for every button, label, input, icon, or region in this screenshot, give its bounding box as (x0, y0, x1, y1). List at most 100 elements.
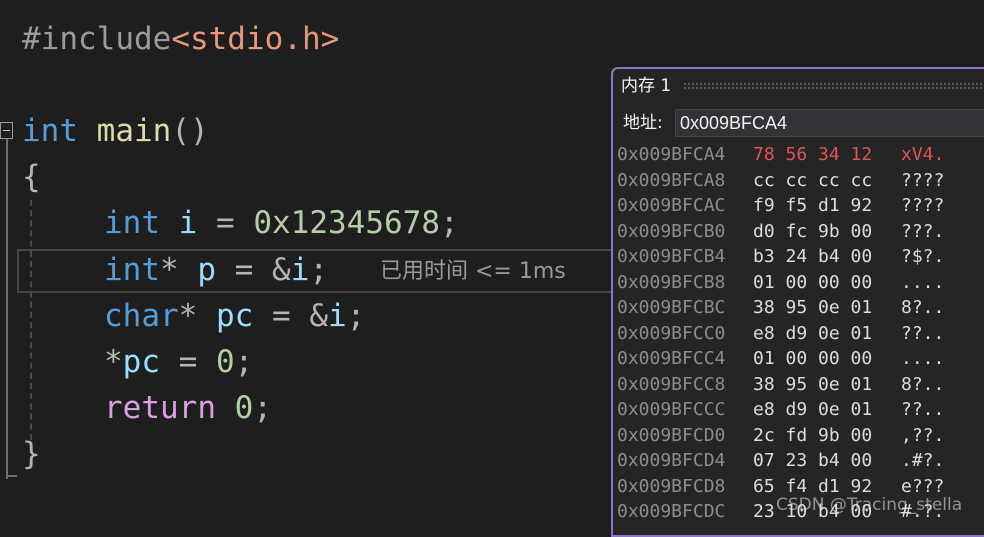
memory-row[interactable]: 0x009BFCB0 d0 fc 9b 00???. (617, 219, 944, 245)
memory-bytes[interactable]: d0 fc 9b 00 (753, 219, 901, 245)
memory-row[interactable]: 0x009BFCBC 38 95 0e 01 8?.. (617, 295, 944, 321)
code-line-main[interactable]: int main() (22, 108, 209, 154)
pointer-star: * (160, 252, 179, 288)
memory-row[interactable]: 0x009BFCA4 78 56 34 12 xV4. (617, 142, 944, 168)
memory-address: 0x009BFCAC (617, 195, 726, 216)
memory-row[interactable]: 0x009BFCD0 2c fd 9b 00,??. (617, 423, 944, 449)
semicolon: ; (346, 298, 366, 334)
code-line-assign[interactable]: *pc = 0; (104, 339, 253, 385)
memory-row[interactable]: 0x009BFCC8 38 95 0e 01 8?.. (617, 372, 944, 398)
memory-row[interactable]: 0x009BFCA8 cc cc cc cc???? (617, 168, 944, 194)
memory-window-title: 内存 1 (621, 76, 672, 96)
memory-ascii: ??.. (901, 399, 945, 420)
pointer-star: * (178, 298, 198, 334)
memory-address: 0x009BFCCC (617, 399, 726, 420)
address-label: 地址: (623, 113, 663, 133)
memory-bytes[interactable]: 38 95 0e 01 (753, 372, 901, 398)
memory-address: 0x009BFCD4 (617, 450, 726, 471)
code-line-open-brace[interactable]: { (22, 154, 41, 200)
memory-bytes[interactable]: 2c fd 9b 00 (753, 423, 901, 449)
function-name: main (96, 113, 172, 149)
operator: = (160, 344, 216, 380)
type-keyword: int (104, 205, 160, 241)
memory-ascii: ??.. (901, 322, 945, 344)
perf-tip[interactable]: 已用时间 <= 1ms (380, 256, 566, 288)
semicolon: ; (439, 205, 459, 241)
memory-bytes[interactable]: 78 56 34 12 (753, 142, 901, 168)
memory-row[interactable]: 0x009BFCCC e8 d9 0e 01??.. (617, 397, 944, 423)
memory-bytes[interactable]: f9 f5 d1 92 (753, 193, 901, 219)
dereference-star: * (104, 344, 123, 380)
memory-row[interactable]: 0x009BFCC4 01 00 00 00.... (617, 346, 944, 372)
memory-row[interactable]: 0x009BFCAC f9 f5 d1 92???? (617, 193, 944, 219)
semicolon: ; (309, 252, 329, 288)
address-input[interactable] (675, 109, 984, 137)
memory-bytes[interactable]: 01 00 00 00 (753, 270, 901, 296)
include-header: <stdio.h> (171, 21, 340, 57)
memory-address: 0x009BFCA8 (617, 169, 726, 191)
memory-bytes[interactable]: cc cc cc cc (753, 168, 901, 194)
code-line-close-brace[interactable]: } (22, 431, 41, 477)
memory-row[interactable]: 0x009BFCC0 e8 d9 0e 01??.. (617, 321, 944, 347)
memory-ascii: ?$?. (901, 246, 945, 267)
address-of: & (309, 298, 328, 334)
memory-row[interactable]: 0x009BFCD4 07 23 b4 00 .#?. (617, 448, 944, 474)
memory-rows[interactable]: 0x009BFCA4 78 56 34 12 xV4. 0x009BFCA8 cc cc… (617, 142, 944, 525)
operator: = (197, 205, 254, 241)
variable-name: i (178, 205, 198, 241)
fold-guide (6, 139, 8, 479)
drag-grip-icon[interactable] (683, 82, 984, 89)
memory-bytes[interactable]: e8 d9 0e 01 (753, 397, 901, 423)
address-of: & (272, 252, 291, 288)
number-literal: 0 (216, 344, 235, 380)
memory-window-titlebar[interactable]: 内存 1 (613, 69, 984, 103)
code-line-return[interactable]: return 0; (104, 385, 272, 431)
memory-ascii: ,??. (901, 424, 945, 446)
number-literal: 0x12345678 (253, 205, 440, 241)
parens: () (171, 113, 209, 149)
memory-address: 0x009BFCC0 (617, 322, 726, 344)
memory-ascii: ???? (901, 169, 945, 191)
memory-ascii: .... (901, 348, 945, 369)
memory-address: 0x009BFCD0 (617, 424, 726, 446)
code-line-decl-i[interactable]: int i = 0x12345678; (104, 200, 459, 246)
collapse-icon[interactable] (0, 122, 13, 139)
watermark: CSDN @Tracing_stella (776, 495, 963, 515)
semicolon: ; (253, 390, 272, 426)
memory-address: 0x009BFCC8 (617, 373, 726, 395)
memory-bytes[interactable]: 07 23 b4 00 (753, 448, 901, 474)
memory-window[interactable]: 内存 1 地址: 0x009BFCA478 56 34 12xV4.0x009B… (611, 67, 984, 537)
memory-ascii: ???? (901, 195, 945, 216)
open-brace: { (22, 159, 41, 195)
variable-name: i (328, 298, 347, 334)
close-brace: } (22, 436, 41, 472)
memory-ascii: ???. (901, 220, 945, 242)
memory-ascii: xV4. (901, 144, 945, 165)
fold-guide-end (6, 475, 17, 477)
code-line-decl-p[interactable]: int* p = &i; (104, 247, 328, 293)
memory-address: 0x009BFCB8 (617, 271, 726, 293)
variable-name: pc (122, 344, 160, 380)
memory-ascii: .... (901, 271, 945, 293)
semicolon: ; (234, 344, 254, 380)
memory-bytes[interactable]: 01 00 00 00 (753, 346, 901, 372)
memory-ascii: .#?. (901, 450, 945, 471)
variable-name: p (197, 252, 217, 288)
memory-address: 0x009BFCB4 (617, 246, 726, 267)
variable-name: i (290, 252, 310, 288)
memory-row[interactable]: 0x009BFCB4 b3 24 b4 00 ?$?. (617, 244, 944, 270)
variable-name: pc (216, 298, 254, 334)
indent-guide (30, 200, 32, 450)
memory-row[interactable]: 0x009BFCB8 01 00 00 00.... (617, 270, 944, 296)
code-line-decl-pc[interactable]: char* pc = &i; (104, 293, 365, 339)
operator: = (216, 252, 273, 288)
return-keyword: return (104, 390, 216, 426)
memory-address: 0x009BFCC4 (617, 348, 726, 369)
memory-bytes[interactable]: 38 95 0e 01 (753, 295, 901, 321)
memory-bytes[interactable]: e8 d9 0e 01 (753, 321, 901, 347)
memory-address: 0x009BFCB0 (617, 220, 726, 242)
type-keyword: int (22, 113, 78, 149)
preprocessor-directive: #include (22, 21, 172, 57)
code-line-include[interactable]: #include<stdio.h> (22, 16, 339, 62)
memory-bytes[interactable]: b3 24 b4 00 (753, 244, 901, 270)
